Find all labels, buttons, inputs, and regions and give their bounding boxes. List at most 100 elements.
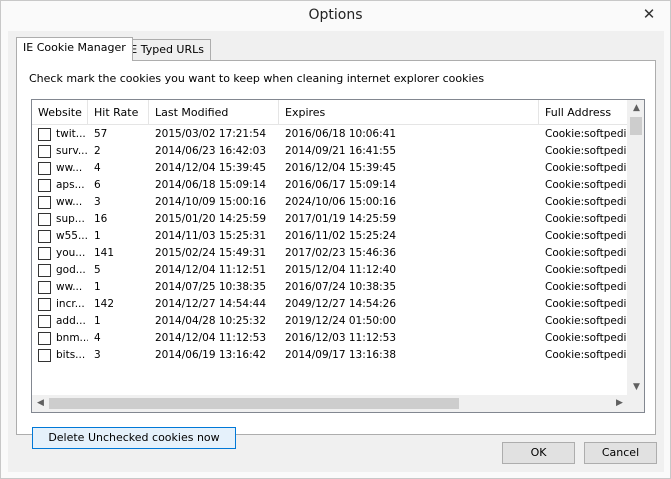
cell-website: bnm... xyxy=(56,332,88,344)
cell-website: bits... xyxy=(56,349,86,361)
table-row[interactable]: you... 141 2015/02/24 15:49:31 2017/02/23 1… xyxy=(32,245,628,262)
cell-hit-rate: 5 xyxy=(94,264,101,276)
cell-expires: 2016/06/18 10:06:41 xyxy=(285,128,397,140)
column-header-expires[interactable]: Expires xyxy=(279,100,539,125)
cell-hit-rate: 6 xyxy=(94,179,101,191)
cell-full-address: Cookie:softpedia xyxy=(545,196,628,208)
cell-full-address: Cookie:softpedia xyxy=(545,162,628,174)
cell-full-address: Cookie:softpedia xyxy=(545,179,628,191)
cell-hit-rate: 57 xyxy=(94,128,108,140)
table-row[interactable]: aps... 6 2014/06/18 15:09:14 2016/06/17 15:… xyxy=(32,177,628,194)
vertical-scroll-thumb[interactable] xyxy=(630,117,642,135)
cell-full-address: Cookie:softpedia xyxy=(545,264,628,276)
horizontal-scroll-thumb[interactable] xyxy=(49,398,459,409)
cell-expires: 2017/02/23 15:46:36 xyxy=(285,247,397,259)
cell-full-address: Cookie:softpedia xyxy=(545,298,628,310)
instructions-text: Check mark the cookies you want to keep … xyxy=(29,72,485,85)
cell-website: ww... xyxy=(56,196,83,208)
tab-ie-cookie-manager[interactable]: IE Cookie Manager xyxy=(16,37,133,61)
cell-last-modified: 2014/06/19 13:16:42 xyxy=(155,349,267,361)
cell-full-address: Cookie:softpedia xyxy=(545,332,628,344)
table-row[interactable]: bits... 3 2014/06/19 13:16:42 2014/09/17 13… xyxy=(32,347,628,364)
row-checkbox[interactable] xyxy=(38,247,51,260)
cell-last-modified: 2014/07/25 10:38:35 xyxy=(155,281,267,293)
table-row[interactable]: ww... 1 2014/07/25 10:38:35 2016/07/24 10:3… xyxy=(32,279,628,296)
title-bar: Options ✕ xyxy=(1,1,670,31)
scroll-down-icon[interactable]: ▼ xyxy=(628,379,644,396)
cookie-list[interactable]: Website Hit Rate Last Modified Expires F… xyxy=(31,99,645,413)
cell-expires: 2024/10/06 15:00:16 xyxy=(285,196,397,208)
cell-last-modified: 2015/01/20 14:25:59 xyxy=(155,213,267,225)
cell-last-modified: 2014/06/23 16:42:03 xyxy=(155,145,267,157)
list-header: Website Hit Rate Last Modified Expires F… xyxy=(32,100,628,125)
row-checkbox[interactable] xyxy=(38,298,51,311)
cell-last-modified: 2014/12/27 14:54:44 xyxy=(155,298,267,310)
cell-last-modified: 2014/10/09 15:00:16 xyxy=(155,196,267,208)
row-checkbox[interactable] xyxy=(38,128,51,141)
column-header-website[interactable]: Website xyxy=(32,100,88,125)
table-row[interactable]: ww... 3 2014/10/09 15:00:16 2024/10/06 15:0… xyxy=(32,194,628,211)
cell-hit-rate: 4 xyxy=(94,162,101,174)
cell-expires: 2016/12/03 11:12:53 xyxy=(285,332,397,344)
table-row[interactable]: incr... 142 2014/12/27 14:54:44 2049/12/27 … xyxy=(32,296,628,313)
table-row[interactable]: surv... 2 2014/06/23 16:42:03 2014/09/21 16… xyxy=(32,143,628,160)
vertical-scrollbar[interactable]: ▲ ▼ xyxy=(627,100,644,396)
cell-hit-rate: 141 xyxy=(94,247,115,259)
tab-ie-typed-urls[interactable]: IE Typed URLs xyxy=(120,39,211,61)
row-checkbox[interactable] xyxy=(38,145,51,158)
row-checkbox[interactable] xyxy=(38,230,51,243)
table-row[interactable]: add... 1 2014/04/28 10:25:32 2019/12/24 01:… xyxy=(32,313,628,330)
scroll-right-icon[interactable]: ▶ xyxy=(611,395,628,412)
row-checkbox[interactable] xyxy=(38,179,51,192)
cell-last-modified: 2014/12/04 11:12:53 xyxy=(155,332,267,344)
row-checkbox[interactable] xyxy=(38,213,51,226)
table-row[interactable]: bnm... 4 2014/12/04 11:12:53 2016/12/03 11:… xyxy=(32,330,628,347)
cell-hit-rate: 142 xyxy=(94,298,115,310)
cell-expires: 2015/12/04 11:12:40 xyxy=(285,264,397,276)
cancel-button[interactable]: Cancel xyxy=(584,442,657,464)
dialog-client-area: IE Cookie Manager IE Typed URLs Check ma… xyxy=(8,31,664,472)
cell-full-address: Cookie:softpedia xyxy=(545,315,628,327)
cell-hit-rate: 3 xyxy=(94,196,101,208)
cell-website: ww... xyxy=(56,162,83,174)
options-window: Options ✕ IE Cookie Manager IE Typed URL… xyxy=(0,0,671,479)
cell-last-modified: 2015/02/24 15:49:31 xyxy=(155,247,267,259)
row-checkbox[interactable] xyxy=(38,264,51,277)
cell-last-modified: 2015/03/02 17:21:54 xyxy=(155,128,267,140)
table-row[interactable]: ww... 4 2014/12/04 15:39:45 2016/12/04 15:3… xyxy=(32,160,628,177)
ok-button[interactable]: OK xyxy=(502,442,575,464)
cell-expires: 2014/09/17 13:16:38 xyxy=(285,349,397,361)
row-checkbox[interactable] xyxy=(38,349,51,362)
row-checkbox[interactable] xyxy=(38,281,51,294)
scroll-up-icon[interactable]: ▲ xyxy=(628,100,644,117)
cell-expires: 2016/06/17 15:09:14 xyxy=(285,179,397,191)
cell-last-modified: 2014/06/18 15:09:14 xyxy=(155,179,267,191)
row-checkbox[interactable] xyxy=(38,332,51,345)
delete-unchecked-cookies-button[interactable]: Delete Unchecked cookies now xyxy=(32,427,236,449)
cell-website: w55... xyxy=(56,230,88,242)
cell-website: aps... xyxy=(56,179,85,191)
table-row[interactable]: w55... 1 2014/11/03 15:25:31 2016/11/02 15:… xyxy=(32,228,628,245)
cell-last-modified: 2014/04/28 10:25:32 xyxy=(155,315,267,327)
cell-full-address: Cookie:softpedia xyxy=(545,247,628,259)
table-row[interactable]: god... 5 2014/12/04 11:12:51 2015/12/04 11:… xyxy=(32,262,628,279)
cell-hit-rate: 1 xyxy=(94,230,101,242)
scroll-left-icon[interactable]: ◀ xyxy=(32,395,49,412)
horizontal-scrollbar[interactable]: ◀ ▶ xyxy=(32,395,628,412)
cell-expires: 2049/12/27 14:54:26 xyxy=(285,298,397,310)
row-checkbox[interactable] xyxy=(38,162,51,175)
cell-hit-rate: 1 xyxy=(94,315,101,327)
column-header-full-address[interactable]: Full Address xyxy=(539,100,628,125)
row-checkbox[interactable] xyxy=(38,315,51,328)
cell-hit-rate: 4 xyxy=(94,332,101,344)
column-header-last-modified[interactable]: Last Modified xyxy=(149,100,279,125)
table-row[interactable]: twit... 57 2015/03/02 17:21:54 2016/06/18 1… xyxy=(32,126,628,143)
column-header-hit-rate[interactable]: Hit Rate xyxy=(88,100,149,125)
cell-full-address: Cookie:softpedia xyxy=(545,230,628,242)
window-title: Options xyxy=(308,7,363,23)
tab-panel: Check mark the cookies you want to keep … xyxy=(16,60,656,449)
table-row[interactable]: sup... 16 2015/01/20 14:25:59 2017/01/19 14… xyxy=(32,211,628,228)
row-checkbox[interactable] xyxy=(38,196,51,209)
cell-expires: 2016/12/04 15:39:45 xyxy=(285,162,397,174)
close-icon[interactable]: ✕ xyxy=(636,3,662,25)
